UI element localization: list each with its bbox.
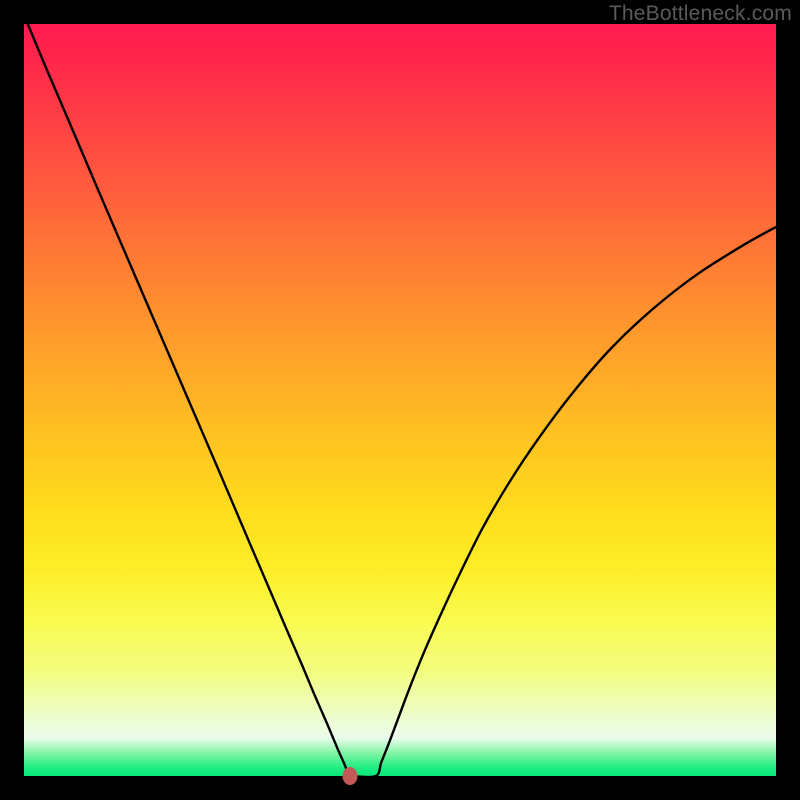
optimum-marker xyxy=(342,767,357,785)
plot-area xyxy=(24,24,776,776)
watermark-text: TheBottleneck.com xyxy=(609,2,792,26)
chart-frame: TheBottleneck.com xyxy=(0,0,800,800)
bottleneck-curve xyxy=(28,24,776,776)
curve-svg xyxy=(24,24,776,776)
